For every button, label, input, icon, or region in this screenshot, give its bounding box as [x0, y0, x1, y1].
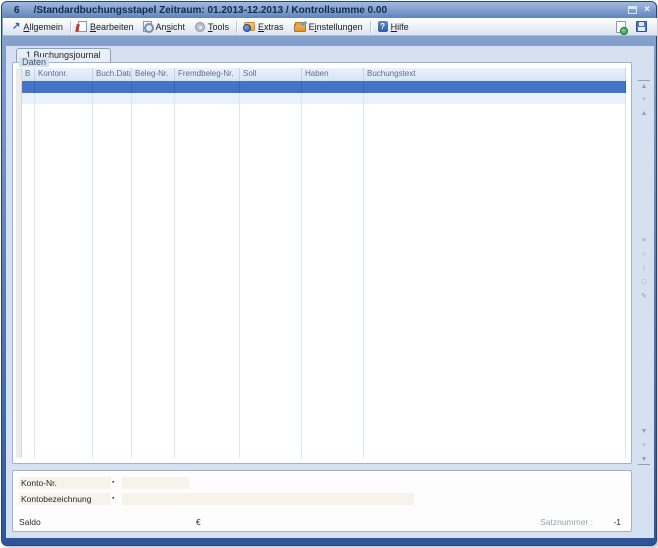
menu-item-label: Einstellungen	[309, 22, 363, 32]
konto-nr-field[interactable]	[122, 477, 189, 489]
menubar-right	[616, 21, 653, 33]
menu-item-extras[interactable]: Extras	[239, 21, 289, 33]
sort-icon[interactable]: ↕	[638, 263, 650, 274]
grid-column	[364, 93, 626, 458]
side-control-strip: ▲ + ▲ ≡ ○ ↕ □ ✎ ▼ + ▼	[636, 62, 652, 464]
saldo-label: Saldo	[19, 516, 41, 528]
scroll-to-bottom-icon[interactable]: ▼	[638, 454, 650, 465]
extras-box-icon	[244, 22, 255, 31]
kontobezeichnung-label: Kontobezeichnung	[19, 493, 111, 505]
menu-item-allgemein[interactable]: ↗Allgemein	[7, 21, 68, 33]
content-area: 1 Buchungsjournal Daten BKontonr.Buch.Da…	[6, 46, 654, 538]
settings-folder-icon	[294, 24, 306, 32]
grid-column	[35, 93, 93, 458]
grid-column	[132, 93, 175, 458]
window-title: /Standardbuchungsstapel Zeitraum: 01.201…	[34, 5, 387, 16]
grid-column	[22, 93, 35, 458]
list-icon[interactable]: ≡	[638, 235, 650, 246]
selected-cell[interactable]	[240, 81, 302, 93]
move-up-icon[interactable]: +	[638, 94, 650, 105]
window-id: 6	[14, 5, 20, 16]
step-down-icon[interactable]: ▼	[638, 426, 650, 437]
column-header-buchungstext[interactable]: Buchungstext	[364, 68, 626, 81]
selected-cell[interactable]	[22, 81, 35, 93]
menu-item-label: Allgemein	[23, 22, 63, 32]
grid-icon[interactable]: □	[638, 277, 650, 288]
column-header-soll[interactable]: Soll	[240, 68, 302, 81]
menu-item-label: Hilfe	[391, 22, 409, 32]
footer-panel: Konto-Nr. ▪ Kontobezeichnung ▪ Saldo € S…	[12, 470, 632, 532]
column-header-kontonr-[interactable]: Kontonr.	[35, 68, 93, 81]
daten-groupbox: Daten BKontonr.Buch.DatumBeleg-Nr.Fremdb…	[12, 62, 632, 464]
menu-item-ansicht[interactable]: Ansicht	[138, 20, 190, 33]
close-icon[interactable]: ×	[644, 5, 650, 15]
restore-icon[interactable]	[628, 6, 637, 14]
grid-column	[93, 93, 132, 458]
selected-cell[interactable]	[175, 81, 240, 93]
menu-item-label: Tools	[208, 22, 229, 32]
satznummer-label: Satznummer :	[540, 516, 593, 528]
field-marker-icon: ▪	[112, 477, 118, 489]
menubar-items: ↗Allgemein Bearbeiten Ansicht Tools Extras Ei…	[7, 20, 414, 33]
selected-cell[interactable]	[364, 81, 626, 93]
save-icon[interactable]	[636, 21, 647, 32]
menu-item-label: Bearbeiten	[90, 22, 134, 32]
arrow-up-right-icon: ↗	[12, 22, 20, 32]
selected-cell[interactable]	[132, 81, 175, 93]
column-header-buch-datum[interactable]: Buch.Datum	[93, 68, 132, 81]
grid-column	[302, 93, 364, 458]
menu-item-tools[interactable]: Tools	[190, 21, 234, 33]
edit-page-icon	[78, 21, 87, 32]
column-header-beleg-nr-[interactable]: Beleg-Nr.	[132, 68, 175, 81]
menu-separator	[236, 21, 237, 33]
selected-cell[interactable]	[93, 81, 132, 93]
column-header-haben[interactable]: Haben	[302, 68, 364, 81]
menubar: ↗Allgemein Bearbeiten Ansicht Tools Extras Ei…	[3, 18, 657, 36]
konto-nr-label: Konto-Nr.	[19, 477, 111, 489]
grid-column	[175, 93, 240, 458]
menu-item-bearbeiten[interactable]: Bearbeiten	[73, 20, 139, 33]
menu-item-label: Ansicht	[155, 22, 185, 32]
scroll-to-top-icon[interactable]: ▲	[638, 80, 650, 91]
satznummer-value: -1	[613, 516, 621, 528]
grid-header: BKontonr.Buch.DatumBeleg-Nr.Fremdbeleg-N…	[22, 68, 626, 81]
column-header-b[interactable]: B	[22, 68, 35, 81]
move-down-icon[interactable]: +	[638, 440, 650, 451]
daten-group-label: Daten	[19, 57, 49, 67]
selected-cell[interactable]	[35, 81, 93, 93]
selected-cell[interactable]	[302, 81, 364, 93]
help-icon: ?	[378, 21, 388, 32]
new-entry-icon[interactable]	[616, 21, 626, 33]
view-magnifier-icon	[143, 21, 152, 32]
menu-item-hilfe[interactable]: ?Hilfe	[373, 20, 414, 33]
menu-item-einstellungen[interactable]: Einstellungen	[289, 20, 368, 33]
tools-gear-icon	[195, 22, 205, 32]
edit-grid-icon[interactable]: ✎	[638, 291, 650, 302]
menu-separator	[370, 21, 371, 33]
step-up-icon[interactable]: ▲	[638, 108, 650, 119]
search-icon[interactable]: ○	[638, 249, 650, 260]
column-header-fremdbeleg-nr-[interactable]: Fremdbeleg-Nr.	[175, 68, 240, 81]
currency-symbol: €	[196, 516, 201, 528]
menu-separator	[70, 21, 71, 33]
app-window: 6 /Standardbuchungsstapel Zeitraum: 01.2…	[1, 1, 657, 546]
menu-item-label: Extras	[258, 22, 284, 32]
grid-column	[240, 93, 302, 458]
titlebar: 6 /Standardbuchungsstapel Zeitraum: 01.2…	[2, 2, 656, 18]
kontobezeichnung-field[interactable]	[122, 493, 414, 505]
selected-row[interactable]	[22, 81, 626, 93]
field-marker-icon: ▪	[112, 493, 118, 505]
